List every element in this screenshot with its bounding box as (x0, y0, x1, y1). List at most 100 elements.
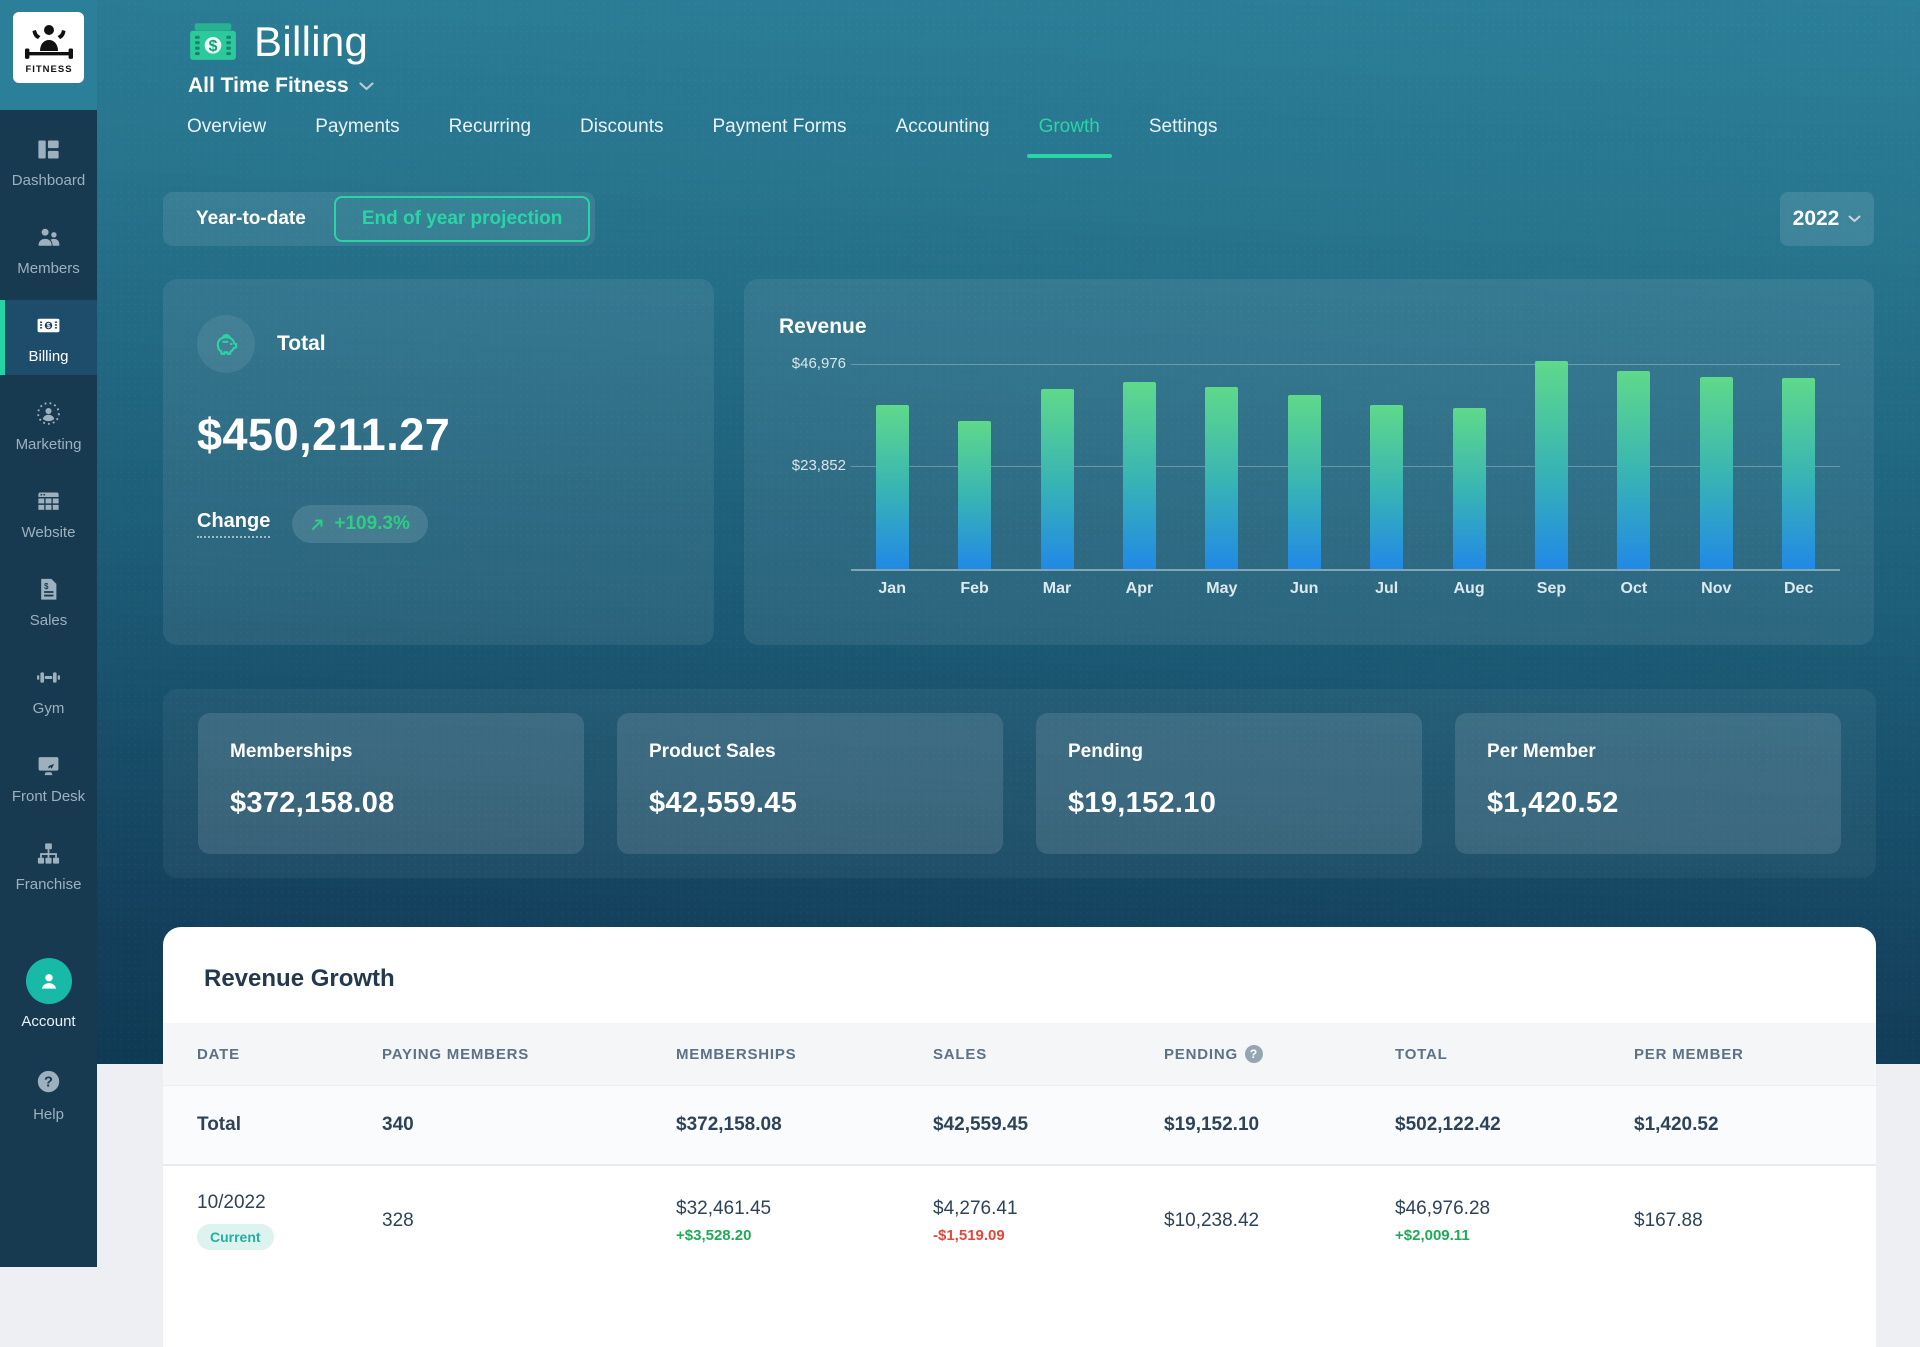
chart-bar-apr (1123, 382, 1156, 569)
sidebar: FITNESS Dashboard Members $Billing Marketin… (0, 0, 97, 1267)
sidebar-item-gym[interactable]: Gym (0, 652, 97, 727)
cell-change-value: +$3,528.20 (676, 1227, 933, 1244)
cell-sales: $4,276.41 -$1,519.09 (933, 1198, 1164, 1245)
sidebar-item-sales[interactable]: $ Sales (0, 564, 97, 639)
sidebar-item-dashboard[interactable]: Dashboard (0, 124, 97, 199)
svg-text:$: $ (44, 582, 49, 591)
dashboard-icon (35, 136, 62, 163)
sidebar-item-billing[interactable]: $Billing (0, 300, 97, 375)
stat-card-memberships[interactable]: Memberships$372,158.08 (198, 713, 584, 854)
stat-card-per-member[interactable]: Per Member$1,420.52 (1455, 713, 1841, 854)
gym-icon (35, 664, 62, 691)
cell-value: Total (197, 1114, 382, 1137)
column-header-sales: SALES (933, 1046, 1164, 1063)
cell-members: 328 (382, 1210, 676, 1233)
sidebar-item-label: Sales (30, 612, 68, 629)
sidebar-item-label: Website (22, 524, 76, 541)
revenue-growth-table: Revenue Growth DATEPAYING MEMBERSMEMBERS… (163, 927, 1876, 1347)
cell-value: $32,461.45 (676, 1198, 933, 1221)
end-of-year-projection-button[interactable]: End of year projection (334, 196, 591, 242)
cell-value: $19,152.10 (1164, 1114, 1395, 1137)
year-value: 2022 (1793, 207, 1840, 231)
billing-money-icon: $ (188, 21, 238, 63)
cell-value: $167.88 (1634, 1210, 1842, 1233)
cell-value: 340 (382, 1114, 676, 1137)
chart-x-tick-label: Nov (1696, 580, 1736, 598)
cell-sales: $42,559.45 (933, 1114, 1164, 1137)
cell-value: $4,276.41 (933, 1198, 1164, 1221)
sidebar-item-label: Gym (33, 700, 65, 717)
sidebar-item-front-desk[interactable]: Front Desk (0, 740, 97, 815)
help-icon[interactable]: ? (1245, 1045, 1263, 1063)
stat-label: Per Member (1487, 741, 1809, 763)
cell-change-value: +$2,009.11 (1395, 1227, 1634, 1244)
help-icon: ? (33, 1065, 65, 1097)
stat-label: Product Sales (649, 741, 971, 763)
page-title: Billing (254, 18, 368, 66)
cell-members: 340 (382, 1114, 676, 1137)
website-icon (35, 488, 62, 515)
column-header-date: DATE (197, 1046, 382, 1063)
chart-x-tick-label: Dec (1779, 580, 1819, 598)
tab-overview[interactable]: Overview (187, 116, 266, 152)
table-row-10-2022[interactable]: 10/2022Current328$32,461.45+$3,528.20$4,… (163, 1166, 1876, 1280)
cell-change-value: -$1,519.09 (933, 1227, 1164, 1244)
tab-payments[interactable]: Payments (315, 116, 399, 152)
trend-up-arrow-icon (310, 516, 326, 532)
stat-card-pending[interactable]: Pending$19,152.10 (1036, 713, 1422, 854)
table-header-row: DATEPAYING MEMBERSMEMBERSHIPSSALESPENDIN… (163, 1023, 1876, 1086)
franchise-icon (35, 840, 62, 867)
chevron-down-icon (1848, 215, 1861, 223)
chart-plot (851, 364, 1840, 571)
svg-text:FITNESS: FITNESS (25, 64, 72, 75)
chart-x-tick-label: Jul (1367, 580, 1407, 598)
cell-value: $502,122.42 (1395, 1114, 1634, 1137)
sidebar-item-website[interactable]: Website (0, 476, 97, 551)
table-row-total[interactable]: Total340$372,158.08$42,559.45$19,152.10$… (163, 1086, 1876, 1166)
column-header-pending: PENDING? (1164, 1045, 1395, 1063)
year-to-date-button[interactable]: Year-to-date (168, 208, 334, 230)
members-icon (35, 224, 62, 251)
cell-value: 10/2022 (197, 1192, 382, 1215)
sidebar-item-label: Franchise (16, 876, 82, 893)
tab-settings[interactable]: Settings (1149, 116, 1218, 152)
sidebar-item-franchise[interactable]: Franchise (0, 828, 97, 903)
chart-bar-nov (1700, 377, 1733, 569)
front-desk-icon (35, 752, 62, 779)
range-toggle: Year-to-date End of year projection (163, 192, 595, 246)
chart-x-tick-label: Jan (872, 580, 912, 598)
app-logo[interactable]: FITNESS (13, 12, 84, 83)
sidebar-item-help[interactable]: ? Help (0, 1053, 97, 1133)
chart-bar-dec (1782, 378, 1815, 569)
change-label[interactable]: Change (197, 510, 270, 538)
year-dropdown[interactable]: 2022 (1780, 192, 1874, 246)
chart-title: Revenue (779, 315, 867, 339)
chart-bar-mar (1041, 389, 1074, 569)
sidebar-item-label: Members (17, 260, 80, 277)
chart-x-tick-label: Oct (1614, 580, 1654, 598)
svg-text:$: $ (209, 38, 218, 55)
chart-bar-oct (1617, 371, 1650, 569)
tab-recurring[interactable]: Recurring (449, 116, 531, 152)
tab-growth[interactable]: Growth (1039, 116, 1100, 152)
org-name: All Time Fitness (188, 74, 349, 98)
change-value: +109.3% (334, 513, 410, 535)
cell-value: $42,559.45 (933, 1114, 1164, 1137)
cell-value: $46,976.28 (1395, 1198, 1634, 1221)
sidebar-item-label: Help (33, 1106, 64, 1123)
chart-bar-may (1205, 387, 1238, 569)
org-selector[interactable]: All Time Fitness (188, 74, 374, 98)
stat-card-product-sales[interactable]: Product Sales$42,559.45 (617, 713, 1003, 854)
sidebar-item-marketing[interactable]: Marketing (0, 388, 97, 463)
sidebar-item-members[interactable]: Members (0, 212, 97, 287)
cell-memberships: $372,158.08 (676, 1114, 933, 1137)
piggy-bank-icon (211, 329, 241, 359)
sidebar-item-account[interactable]: Account (0, 946, 97, 1040)
table-title: Revenue Growth (163, 927, 1876, 993)
fitness-logo-icon: FITNESS (18, 17, 80, 79)
total-value: $450,211.27 (197, 409, 680, 461)
tab-payment-forms[interactable]: Payment Forms (712, 116, 846, 152)
chart-bar-jan (876, 405, 909, 569)
tab-accounting[interactable]: Accounting (896, 116, 990, 152)
tab-discounts[interactable]: Discounts (580, 116, 663, 152)
